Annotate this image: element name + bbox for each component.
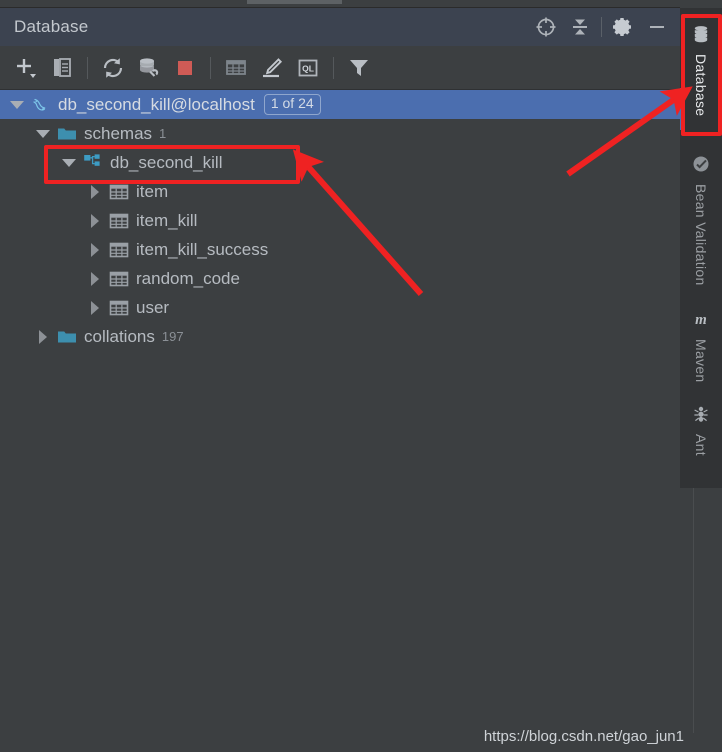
bean-validation-icon xyxy=(691,154,711,179)
database-stack-icon xyxy=(691,24,711,49)
rail-tab-label: Ant xyxy=(693,434,709,456)
query-console-icon[interactable]: QL xyxy=(290,51,326,85)
table-icon xyxy=(106,235,132,264)
rail-tab-label: Bean Validation xyxy=(693,184,709,286)
tree-row-count: 1 xyxy=(159,126,167,141)
mysql-dolphin-icon xyxy=(28,90,54,119)
ql-icon-label: QL xyxy=(302,63,314,73)
scroll-from-source-icon[interactable] xyxy=(529,10,563,44)
chevron-right-icon[interactable] xyxy=(32,322,54,351)
chevron-right-icon[interactable] xyxy=(84,177,106,206)
ant-bug-icon xyxy=(691,404,711,429)
tree-row-random_code[interactable]: random_code xyxy=(0,264,680,293)
rail-divider-line xyxy=(693,488,694,733)
header-separator xyxy=(601,17,602,37)
table-icon xyxy=(106,177,132,206)
tree-row-count: 197 xyxy=(161,329,184,344)
tree-row-label: db_second_kill xyxy=(110,152,223,172)
settings-gear-icon[interactable] xyxy=(606,10,640,44)
table-editor-icon[interactable] xyxy=(218,51,254,85)
chevron-down-icon[interactable] xyxy=(6,90,28,119)
folder-icon xyxy=(54,119,80,148)
collapse-all-icon[interactable] xyxy=(563,10,597,44)
tree-row-collations[interactable]: collations 197 xyxy=(0,322,680,351)
database-tool-window: Database QL db_second_kill@localhost 1 o… xyxy=(0,0,722,752)
database-toolbar: QL xyxy=(0,46,680,90)
refresh-icon[interactable] xyxy=(95,51,131,85)
chevron-right-icon[interactable] xyxy=(84,293,106,322)
filter-icon[interactable] xyxy=(341,51,377,85)
tree-row-label: schemas xyxy=(84,123,153,143)
modify-table-icon[interactable] xyxy=(254,51,290,85)
hide-icon[interactable] xyxy=(640,10,674,44)
table-icon xyxy=(106,293,132,322)
tree-row-label: item_kill_success xyxy=(136,239,269,259)
page-title: Database xyxy=(14,17,89,36)
chevron-right-icon[interactable] xyxy=(84,235,106,264)
maven-m-icon: m xyxy=(691,309,711,334)
add-data-source-icon[interactable] xyxy=(8,51,44,85)
tree-row-item[interactable]: item xyxy=(0,177,680,206)
tree-row-label: collations xyxy=(84,326,155,346)
rail-tab-label: Maven xyxy=(693,339,709,383)
stop-icon[interactable] xyxy=(167,51,203,85)
tool-window-rail: Database Bean Validation m Maven Ant xyxy=(680,0,722,752)
rail-tab-bean-validation[interactable]: Bean Validation xyxy=(680,150,722,290)
top-partial-bar xyxy=(247,0,342,4)
chevron-down-icon[interactable] xyxy=(32,119,54,148)
toolbar-separator-2 xyxy=(210,56,211,79)
header-action-group xyxy=(529,8,674,46)
tree-row-schemas[interactable]: schemas 1 xyxy=(0,119,680,148)
chevron-right-icon[interactable] xyxy=(84,206,106,235)
rail-tab-database[interactable]: Database xyxy=(680,20,722,130)
top-edge-strip xyxy=(0,0,722,8)
status-badge: 1 of 24 xyxy=(263,94,321,115)
rail-tab-maven[interactable]: m Maven xyxy=(680,305,722,385)
toolbar-separator-1 xyxy=(87,56,88,79)
table-icon xyxy=(106,264,132,293)
chevron-down-icon[interactable] xyxy=(58,148,80,177)
schema-icon xyxy=(80,148,106,177)
tree-row-label: user xyxy=(136,297,170,317)
sync-settings-icon[interactable] xyxy=(131,51,167,85)
tree-row-item_kill[interactable]: item_kill xyxy=(0,206,680,235)
chevron-right-icon[interactable] xyxy=(84,264,106,293)
tree-row-item_kill_success[interactable]: item_kill_success xyxy=(0,235,680,264)
folder-icon xyxy=(54,322,80,351)
tree-row-datasource[interactable]: db_second_kill@localhost 1 of 24 xyxy=(0,90,680,119)
tree-row-label: random_code xyxy=(136,268,240,288)
tree-row-label: item xyxy=(136,181,169,201)
database-tree[interactable]: db_second_kill@localhost 1 of 24 schemas 1 d… xyxy=(0,90,680,752)
rail-tab-label: Database xyxy=(693,54,709,117)
tool-window-header: Database xyxy=(0,8,680,46)
duplicate-icon[interactable] xyxy=(44,51,80,85)
tree-row-label: db_second_kill@localhost xyxy=(58,94,255,114)
tree-row-db_second_kill[interactable]: db_second_kill xyxy=(0,148,680,177)
tree-row-user[interactable]: user xyxy=(0,293,680,322)
rail-tab-active-marker xyxy=(680,88,684,130)
watermark-text: https://blog.csdn.net/gao_jun1 xyxy=(483,728,684,745)
table-icon xyxy=(106,206,132,235)
toolbar-separator-3 xyxy=(333,56,334,79)
tree-row-label: item_kill xyxy=(136,210,198,230)
svg-text:m: m xyxy=(695,312,707,328)
rail-tab-ant[interactable]: Ant xyxy=(680,400,722,460)
